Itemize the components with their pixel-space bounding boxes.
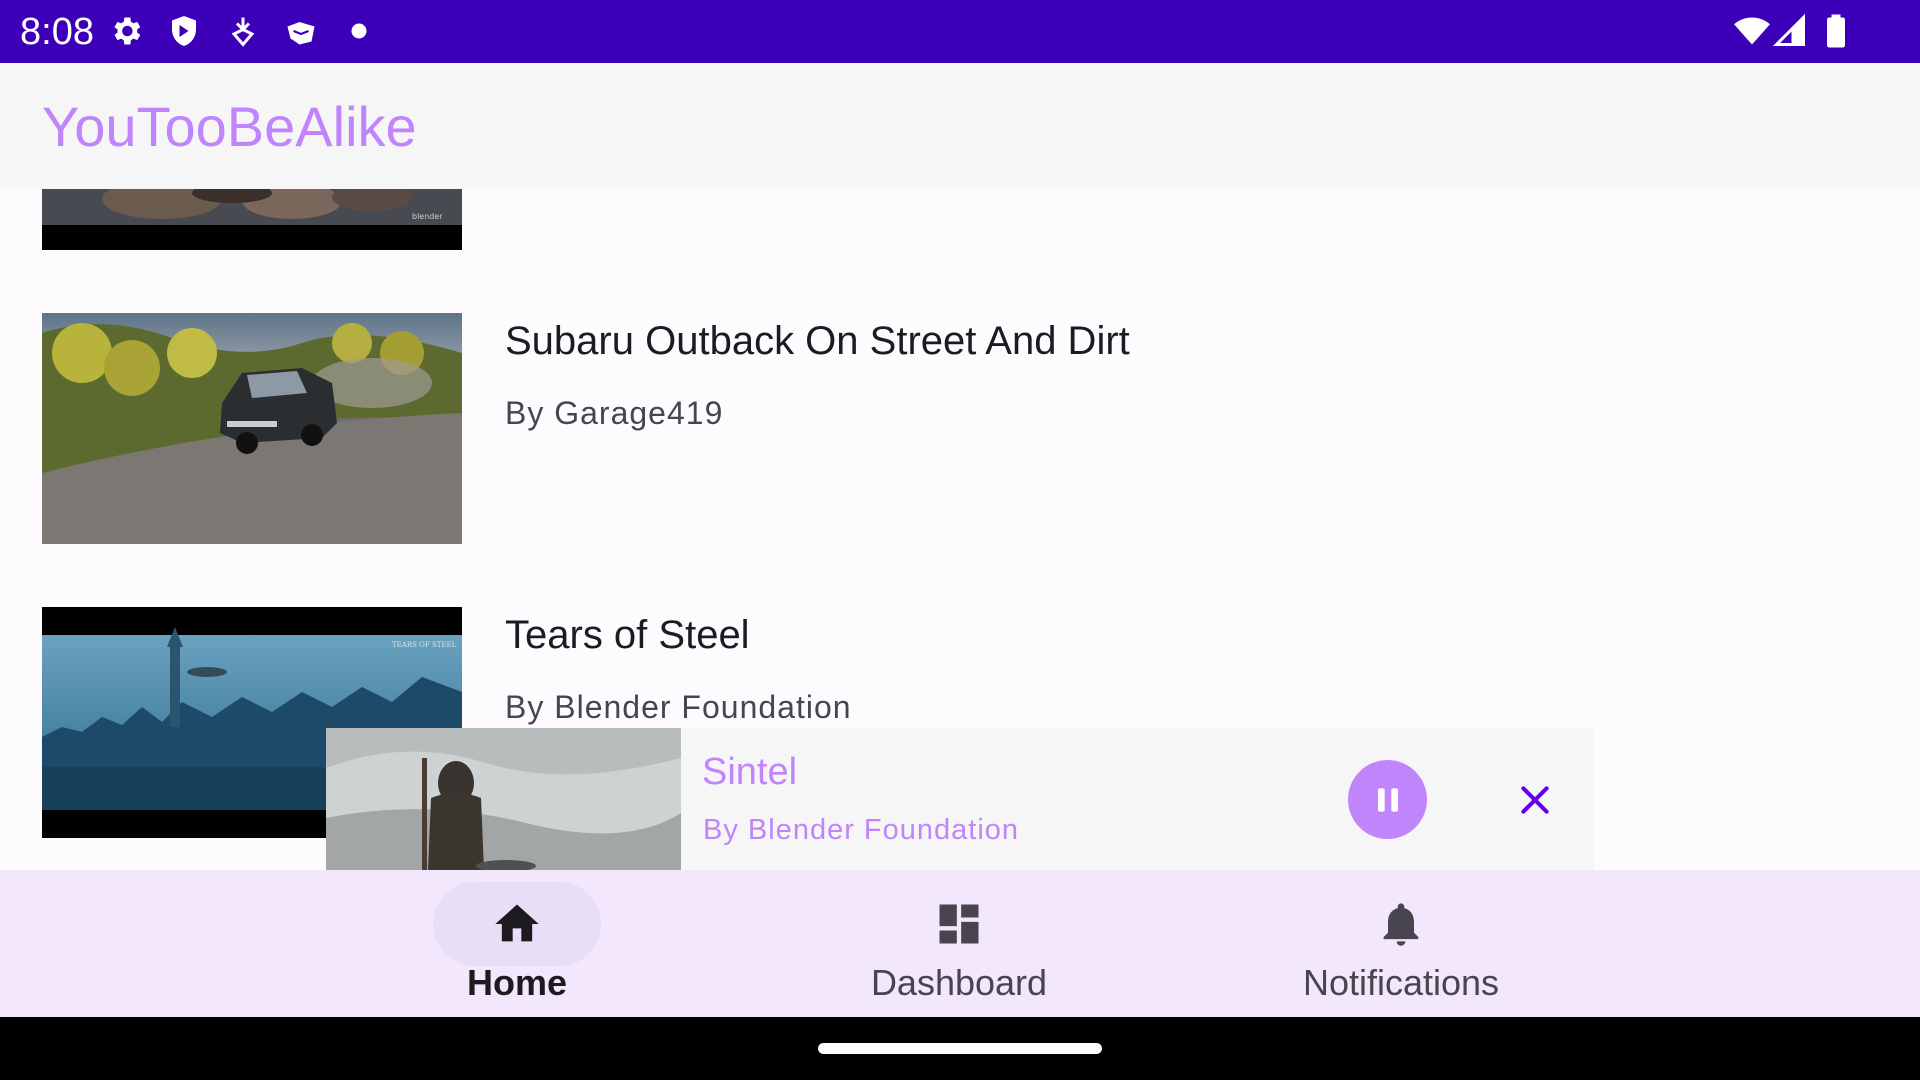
- system-gesture-area: [0, 1017, 1920, 1080]
- dot-icon: [341, 13, 377, 49]
- video-author: By Blender Foundation: [505, 689, 852, 725]
- nav-item-notifications[interactable]: Notifications: [1221, 870, 1581, 1017]
- svg-text:TEARS OF STEEL: TEARS OF STEEL: [392, 641, 457, 649]
- svg-text:blender: blender: [412, 212, 443, 221]
- nav-label-dashboard: Dashboard: [870, 962, 1048, 1003]
- pause-button[interactable]: [1348, 760, 1427, 839]
- mini-player[interactable]: Sintel By Blender Foundation: [326, 728, 1594, 870]
- cell-signal-icon: [1772, 13, 1808, 49]
- nav-indicator: [433, 882, 601, 966]
- video-thumbnail[interactable]: blender: [42, 189, 462, 250]
- video-title: Tears of Steel: [505, 613, 750, 657]
- status-bar: 8:08: [0, 0, 1920, 63]
- pause-icon: [1368, 780, 1408, 820]
- dashboard-icon: [933, 898, 985, 950]
- shield-icon: [166, 13, 202, 49]
- bottom-navigation: Home Dashboard Notifications: [0, 870, 1920, 1017]
- ebook-icon: [283, 13, 319, 49]
- nav-item-home[interactable]: Home: [337, 870, 697, 1017]
- nav-label-notifications: Notifications: [1302, 962, 1500, 1003]
- gesture-handle[interactable]: [818, 1043, 1102, 1054]
- video-thumbnail[interactable]: [42, 313, 462, 544]
- gear-icon: [108, 13, 144, 49]
- status-time: 8:08: [20, 11, 94, 53]
- nav-item-dashboard[interactable]: Dashboard: [779, 870, 1139, 1017]
- bell-icon: [1375, 898, 1427, 950]
- close-button[interactable]: [1509, 774, 1561, 826]
- app-title: YouTooBeAlike: [42, 95, 417, 158]
- mini-player-title: Sintel: [702, 751, 798, 793]
- wifi-icon: [1730, 13, 1774, 49]
- close-icon: [1515, 780, 1555, 820]
- app-bar: YouTooBeAlike: [0, 63, 1920, 189]
- mini-player-author: By Blender Foundation: [703, 814, 1020, 846]
- nav-indicator: [875, 882, 1043, 966]
- battery-icon: [1818, 13, 1854, 49]
- home-icon: [491, 898, 543, 950]
- video-author: By Garage419: [505, 395, 724, 431]
- nav-indicator: [1317, 882, 1485, 966]
- download-location-icon: [225, 13, 261, 49]
- video-title: Subaru Outback On Street And Dirt: [505, 319, 1130, 363]
- nav-label-home: Home: [466, 962, 568, 1003]
- mini-player-thumbnail[interactable]: [326, 728, 681, 870]
